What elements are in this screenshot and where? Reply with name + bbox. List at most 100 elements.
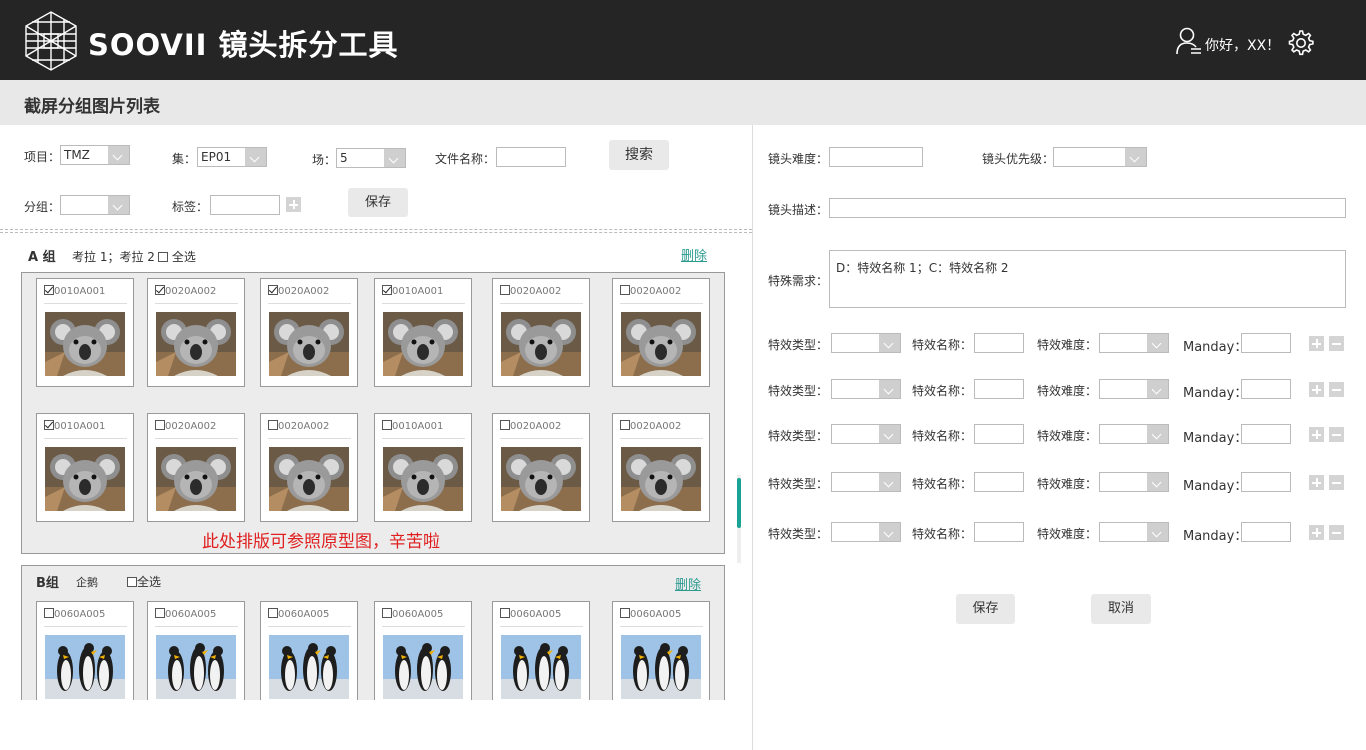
thumbnail-caption: 0060A005 xyxy=(155,608,216,620)
effect-type-label: 特效类型： xyxy=(768,527,829,541)
effect-name-label: 特效名称： xyxy=(912,384,973,398)
effect-difficulty-select[interactable] xyxy=(1099,333,1169,353)
thumbnail-card[interactable]: 0060A005 xyxy=(492,601,590,700)
cancel-button[interactable]: 取消 xyxy=(1091,594,1151,624)
checkbox[interactable] xyxy=(620,608,630,618)
effect-name-label: 特效名称： xyxy=(912,429,973,443)
manday-input[interactable] xyxy=(1241,522,1291,542)
add-effect-icon[interactable] xyxy=(1309,427,1324,442)
manday-input[interactable] xyxy=(1241,333,1291,353)
shot-difficulty-input[interactable] xyxy=(829,147,923,167)
manday-label: Manday： xyxy=(1183,479,1248,494)
shot-priority-select[interactable] xyxy=(1053,147,1147,167)
chevron-down-icon xyxy=(879,523,900,541)
scrollbar-thumb[interactable] xyxy=(737,478,741,528)
greeting-text: 你好，XX！ xyxy=(1205,38,1281,54)
chevron-down-icon xyxy=(1125,148,1146,166)
thumbnail-card[interactable]: 0060A005 xyxy=(260,601,358,700)
add-effect-icon[interactable] xyxy=(1309,336,1324,351)
special-needs-label: 特殊需求： xyxy=(768,274,829,288)
effect-type-select[interactable] xyxy=(831,472,901,492)
manday-label: Manday： xyxy=(1183,340,1248,355)
checkbox[interactable] xyxy=(382,608,392,618)
thumbnail-filename: 0060A005 xyxy=(54,609,106,620)
gear-icon[interactable] xyxy=(1288,30,1314,56)
thumbnail-card[interactable]: 0060A005 xyxy=(374,601,472,700)
effect-type-label: 特效类型： xyxy=(768,477,829,491)
caption-divider xyxy=(500,626,583,627)
shot-description-label: 镜头描述： xyxy=(768,203,829,217)
effect-difficulty-select[interactable] xyxy=(1099,522,1169,542)
thumbnail-image xyxy=(269,635,349,699)
manday-input[interactable] xyxy=(1241,472,1291,492)
thumbnail-card[interactable]: 0060A005 xyxy=(36,601,134,700)
thumbnail-image xyxy=(45,635,125,699)
manday-input[interactable] xyxy=(1241,424,1291,444)
thumbnail-card[interactable]: 0060A005 xyxy=(147,601,245,700)
effect-difficulty-label: 特效难度： xyxy=(1037,384,1098,398)
caption-divider xyxy=(620,626,703,627)
thumbnail-card[interactable]: 0060A005 xyxy=(612,601,710,700)
save-button[interactable]: 保存 xyxy=(956,594,1015,624)
checkbox[interactable] xyxy=(500,608,510,618)
chevron-down-icon xyxy=(1147,523,1168,541)
caption-divider xyxy=(155,626,238,627)
shot-description-input[interactable] xyxy=(829,198,1346,218)
manday-input[interactable] xyxy=(1241,379,1291,399)
special-needs-textarea[interactable]: D：特效名称 1；C：特效名称 2 xyxy=(829,250,1346,308)
effect-difficulty-label: 特效难度： xyxy=(1037,338,1098,352)
effect-type-label: 特效类型： xyxy=(768,429,829,443)
chevron-down-icon xyxy=(879,425,900,443)
remove-effect-icon[interactable] xyxy=(1329,427,1344,442)
chevron-down-icon xyxy=(1147,380,1168,398)
effect-name-input[interactable] xyxy=(974,424,1024,444)
effect-type-label: 特效类型： xyxy=(768,338,829,352)
chevron-down-icon xyxy=(879,334,900,352)
thumbnail-filename: 0060A005 xyxy=(630,609,682,620)
thumbnail-filename: 0060A005 xyxy=(165,609,217,620)
user-icon[interactable] xyxy=(1176,27,1202,55)
checkbox[interactable] xyxy=(268,608,278,618)
checkbox[interactable] xyxy=(44,608,54,618)
effect-name-input[interactable] xyxy=(974,472,1024,492)
panel-divider xyxy=(752,125,753,750)
chevron-down-icon xyxy=(879,473,900,491)
chevron-down-icon xyxy=(879,380,900,398)
thumbnail-image xyxy=(156,635,236,699)
shot-priority-label: 镜头优先级： xyxy=(982,152,1055,166)
effect-type-label: 特效类型： xyxy=(768,384,829,398)
add-effect-icon[interactable] xyxy=(1309,475,1324,490)
chevron-down-icon xyxy=(1147,334,1168,352)
shot-difficulty-label: 镜头难度： xyxy=(768,152,829,166)
thumbnail-caption: 0060A005 xyxy=(620,608,681,620)
thumbnail-filename: 0060A005 xyxy=(392,609,444,620)
effect-difficulty-select[interactable] xyxy=(1099,424,1169,444)
effect-difficulty-label: 特效难度： xyxy=(1037,429,1098,443)
effect-difficulty-select[interactable] xyxy=(1099,379,1169,399)
effect-name-label: 特效名称： xyxy=(912,477,973,491)
remove-effect-icon[interactable] xyxy=(1329,525,1344,540)
add-effect-icon[interactable] xyxy=(1309,382,1324,397)
effect-name-input[interactable] xyxy=(974,379,1024,399)
remove-effect-icon[interactable] xyxy=(1329,475,1344,490)
effect-name-input[interactable] xyxy=(974,522,1024,542)
effect-type-select[interactable] xyxy=(831,522,901,542)
effect-name-label: 特效名称： xyxy=(912,527,973,541)
remove-effect-icon[interactable] xyxy=(1329,336,1344,351)
effect-name-label: 特效名称： xyxy=(912,338,973,352)
caption-divider xyxy=(268,626,351,627)
effect-difficulty-select[interactable] xyxy=(1099,472,1169,492)
caption-divider xyxy=(44,626,127,627)
effect-type-select[interactable] xyxy=(831,424,901,444)
checkbox[interactable] xyxy=(155,608,165,618)
manday-label: Manday： xyxy=(1183,386,1248,401)
manday-label: Manday： xyxy=(1183,529,1248,544)
effect-name-input[interactable] xyxy=(974,333,1024,353)
effect-difficulty-label: 特效难度： xyxy=(1037,527,1098,541)
remove-effect-icon[interactable] xyxy=(1329,382,1344,397)
effect-type-select[interactable] xyxy=(831,379,901,399)
add-effect-icon[interactable] xyxy=(1309,525,1324,540)
thumbnail-caption: 0060A005 xyxy=(382,608,443,620)
thumbnail-caption: 0060A005 xyxy=(44,608,105,620)
effect-type-select[interactable] xyxy=(831,333,901,353)
